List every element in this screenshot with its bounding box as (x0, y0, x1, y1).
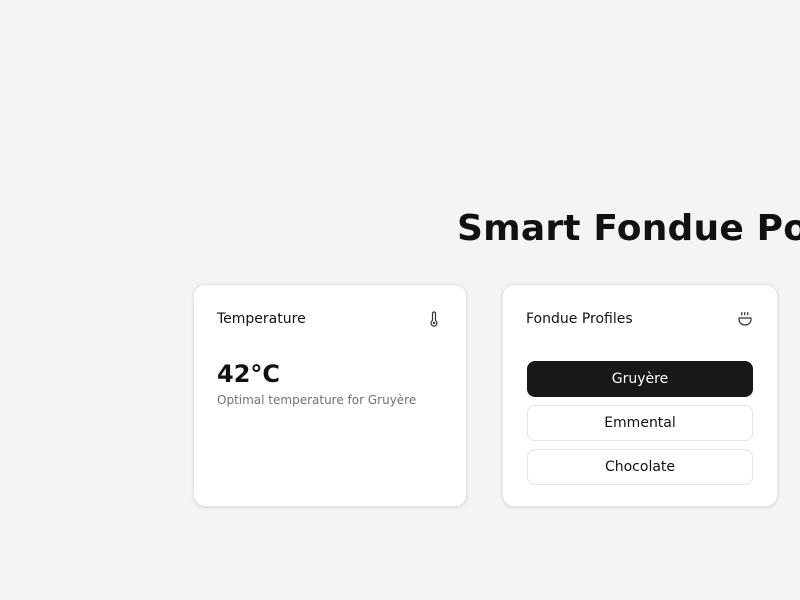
temperature-value: 42°C (217, 360, 281, 388)
fondue-profiles-card: Fondue Profiles Gruyère Emmental Chocola… (502, 284, 778, 507)
pot-icon (736, 310, 754, 328)
temperature-note: Optimal temperature for Gruyère (217, 393, 417, 407)
page-title: Smart Fondue Pot (457, 208, 800, 249)
profile-list: Gruyère Emmental Chocolate (527, 361, 753, 493)
thermometer-icon (425, 310, 443, 328)
temperature-card-title: Temperature (217, 311, 306, 327)
profiles-card-header: Fondue Profiles (526, 309, 754, 329)
profile-button-gruyere[interactable]: Gruyère (527, 361, 753, 397)
page: Smart Fondue Pot Temperature 42°C Optima… (0, 0, 800, 600)
profiles-card-title: Fondue Profiles (526, 311, 633, 327)
temperature-card-header: Temperature (217, 309, 443, 329)
profile-button-chocolate[interactable]: Chocolate (527, 449, 753, 485)
profile-button-emmental[interactable]: Emmental (527, 405, 753, 441)
temperature-card: Temperature 42°C Optimal temperature for… (193, 284, 467, 507)
